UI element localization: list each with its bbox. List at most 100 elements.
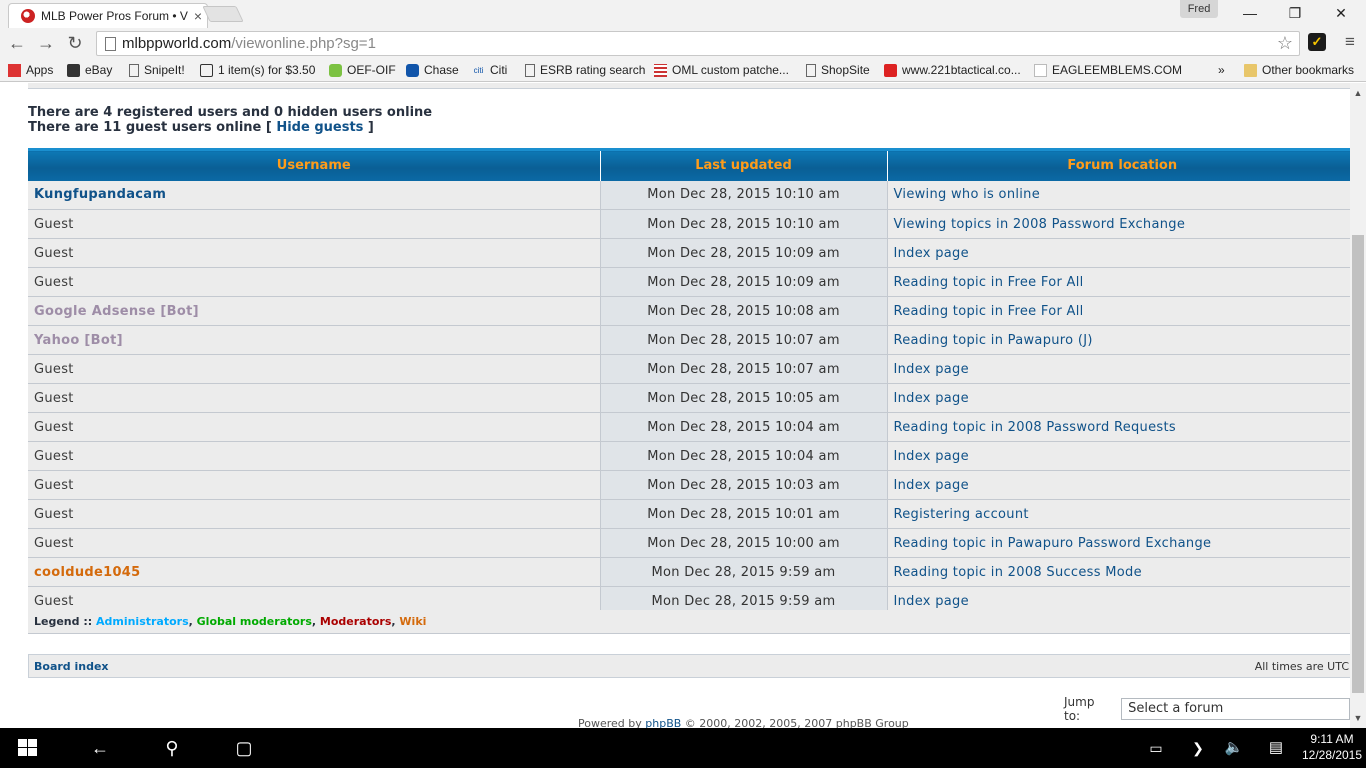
scroll-up-icon[interactable]: ▲ [1350,85,1366,101]
browser-tab[interactable]: MLB Power Pros Forum • V × [8,3,208,28]
search-icon[interactable]: ⚲ [160,736,184,760]
task-view-icon[interactable]: ▢ [232,736,256,760]
forum-location-link[interactable]: Viewing who is online [894,187,1041,202]
forum-location-link[interactable]: Reading topic in Free For All [894,304,1084,319]
bookmark-chase[interactable]: Chase [406,62,459,78]
forum-location-link[interactable]: Index page [894,391,969,406]
bookmark-star-icon[interactable]: ☆ [1277,33,1293,54]
last-updated-cell: Mon Dec 28, 2015 10:05 am [600,383,888,413]
windows-start-icon[interactable] [18,739,38,757]
bookmark-label: EAGLEEMBLEMS.COM [1052,63,1183,77]
folder-icon [1244,63,1257,77]
close-window-icon[interactable]: ✕ [1318,0,1364,28]
legend-separator: , [188,615,197,628]
forum-location-link[interactable]: Index page [894,246,969,261]
legend-global-moderators-link[interactable]: Global moderators [197,615,312,628]
forum-location-link[interactable]: Reading topic in Pawapuro Password Excha… [894,536,1212,551]
red-logo-icon [884,63,897,77]
bookmark-ebay[interactable]: eBay [67,62,112,78]
username-link[interactable]: cooldude1045 [34,565,141,580]
forum-location-link[interactable]: Reading topic in 2008 Password Requests [894,420,1176,435]
guest-name: Guest [34,593,74,609]
restore-icon[interactable]: ❐ [1272,0,1318,28]
forum-location-cell: Index page [887,441,1350,471]
forum-location-link[interactable]: Viewing topics in 2008 Password Exchange [894,217,1186,232]
last-updated-cell: Mon Dec 28, 2015 10:08 am [600,296,888,326]
last-updated-column-header[interactable]: Last updated [600,148,888,181]
forward-arrow-icon[interactable]: → [34,31,58,55]
username-link[interactable]: Kungfupandacam [34,187,166,202]
username-cell: Guest [28,383,601,413]
minimize-icon[interactable]: — [1227,0,1273,28]
guest-name: Guest [34,361,74,377]
reload-icon[interactable]: ↻ [63,31,87,55]
last-updated-cell: Mon Dec 28, 2015 10:09 am [600,238,888,268]
back-arrow-icon[interactable]: ← [5,31,29,55]
online-users-table: Username Last updated Forum location Kun… [28,148,1350,616]
board-index-link[interactable]: Board index [34,660,109,673]
volume-muted-icon[interactable]: 🔈 [1222,736,1246,760]
last-updated-cell: Mon Dec 28, 2015 10:07 am [600,354,888,384]
forum-location-link[interactable]: Reading topic in Free For All [894,275,1084,290]
jump-to-select[interactable]: Select a forum [1121,698,1350,720]
legend-wiki-link[interactable]: Wiki [399,615,426,628]
bookmark-shopsite[interactable]: ShopSite [806,62,870,78]
notifications-icon[interactable]: ▤ [1264,736,1288,760]
bookmark-oml[interactable]: OML custom patche... [654,62,789,78]
forum-location-cell: Registering account [887,499,1350,529]
forum-location-link[interactable]: Index page [894,449,969,464]
page-footer: Powered by phpBB © 2000, 2002, 2005, 200… [578,717,909,728]
username-link[interactable]: Yahoo [Bot] [34,333,123,348]
back-icon[interactable]: ← [88,736,112,760]
legend-separator: , [311,615,320,628]
username-cell: Guest [28,267,601,297]
table-row: Guest Mon Dec 28, 2015 10:04 am Index page [28,441,1350,471]
bookmark-snipeit[interactable]: SnipeIt! [129,62,185,78]
chrome-menu-icon[interactable]: ≡ [1342,32,1358,52]
extension-check-icon[interactable]: ✓ [1308,33,1326,51]
username-cell: Guest [28,528,601,558]
username-column-header[interactable]: Username [28,148,601,181]
bookmark-cart[interactable]: 1 item(s) for $3.50 [200,62,315,78]
vertical-scrollbar[interactable]: ▲ ▼ [1350,83,1366,728]
table-row: Guest Mon Dec 28, 2015 10:00 am Reading to… [28,528,1350,558]
bookmark-eagleemblems[interactable]: EAGLEEMBLEMS.COM [1034,62,1182,78]
forum-location-link[interactable]: Index page [894,594,969,609]
bookmark-oef-oif[interactable]: OEF-OIF [329,62,396,78]
taskbar-clock[interactable]: 9:11 AM 12/28/2015 [1300,731,1364,763]
guest-name: Guest [34,274,74,290]
forum-location-cell: Reading topic in Pawapuro Password Excha… [887,528,1350,558]
forum-location-cell: Reading topic in 2008 Password Requests [887,412,1350,442]
tablet-mode-icon[interactable]: ▭ [1144,736,1168,760]
forum-location-link[interactable]: Index page [894,362,969,377]
profile-user-badge[interactable]: Fred [1180,0,1218,18]
scroll-down-icon[interactable]: ▼ [1350,710,1366,726]
windows-taskbar: ← ⚲ ▢ ▭ ❯ 🔈 ▤ 9:11 AM 12/28/2015 [0,728,1366,768]
last-updated-cell: Mon Dec 28, 2015 10:09 am [600,267,888,297]
new-tab-button[interactable] [202,6,244,22]
username-cell: Guest [28,209,601,239]
bookmark-apps[interactable]: Apps [8,62,53,78]
forum-location-link[interactable]: Index page [894,478,969,493]
wifi-icon[interactable]: ❯ [1186,736,1210,760]
forum-location-column-header[interactable]: Forum location [887,148,1350,181]
forum-location-cell: Viewing who is online [887,180,1350,210]
bookmark-label: Citi [490,63,508,77]
other-bookmarks[interactable]: Other bookmarks [1244,62,1354,78]
legend-administrators-link[interactable]: Administrators [96,615,189,628]
hide-guests-link[interactable]: Hide guests [276,120,363,135]
legend-moderators-link[interactable]: Moderators [320,615,391,628]
site-favicon-icon [21,9,35,23]
bookmark-221btactical[interactable]: www.221btactical.co... [884,62,1021,78]
page-icon [525,63,535,77]
bookmarks-overflow-button[interactable]: » [1218,62,1225,78]
forum-location-link[interactable]: Reading topic in 2008 Success Mode [894,565,1142,580]
username-link[interactable]: Google Adsense [Bot] [34,304,199,319]
bookmark-esrb[interactable]: ESRB rating search [525,62,645,78]
bookmark-citi[interactable]: citi Citi [472,62,508,78]
address-bar[interactable]: mlbppworld.com/viewonline.php?sg=1 ☆ [96,31,1300,56]
forum-location-link[interactable]: Registering account [894,507,1029,522]
forum-location-link[interactable]: Reading topic in Pawapuro (J) [894,333,1093,348]
phpbb-link[interactable]: phpBB [645,717,681,728]
scrollbar-thumb[interactable] [1352,235,1364,693]
